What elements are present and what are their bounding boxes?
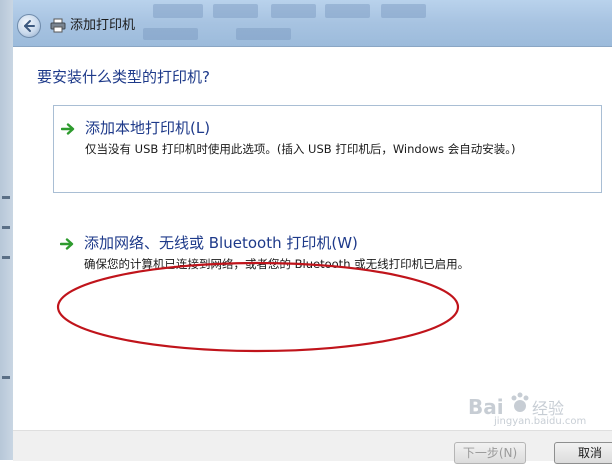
window-title: 添加打印机 [70,18,136,33]
background-menu-item [213,4,258,18]
background-window-edge [0,0,13,460]
background-toolbar-item [236,28,291,40]
cancel-button[interactable]: 取消 [554,442,612,464]
next-button[interactable]: 下一步(N) [454,442,526,464]
background-window-marker [2,376,10,379]
back-button[interactable] [17,14,41,38]
option-title: 添加网络、无线或 Bluetooth 打印机(W) [84,234,358,252]
background-menu-item [271,4,316,18]
green-arrow-icon [61,123,75,135]
option-title: 添加本地打印机(L) [85,119,211,137]
option-description: 仅当没有 USB 打印机时使用此选项。(插入 USB 打印机后，Windows … [85,142,516,156]
page-heading: 要安装什么类型的打印机? [37,68,210,86]
background-menu-item [153,4,203,18]
wizard-content: 要安装什么类型的打印机? 添加本地打印机(L) 仅当没有 USB 打印机时使用此… [13,47,612,430]
printer-icon [50,18,66,33]
background-window-marker [2,256,10,259]
button-bar: 下一步(N) 取消 [13,430,612,464]
back-arrow-icon [24,20,35,32]
add-local-printer-option[interactable]: 添加本地打印机(L) 仅当没有 USB 打印机时使用此选项。(插入 USB 打印… [53,105,602,193]
background-window-marker [2,226,10,229]
green-arrow-icon [60,238,74,250]
watermark-url: jingyan.baidu.com [494,416,587,427]
background-menu-item [325,4,370,18]
background-menu-item [381,4,426,18]
background-toolbar-item [143,28,198,40]
title-bar: 添加打印机 [13,0,612,47]
highlight-ellipse [56,261,460,353]
background-window-marker [2,196,10,199]
